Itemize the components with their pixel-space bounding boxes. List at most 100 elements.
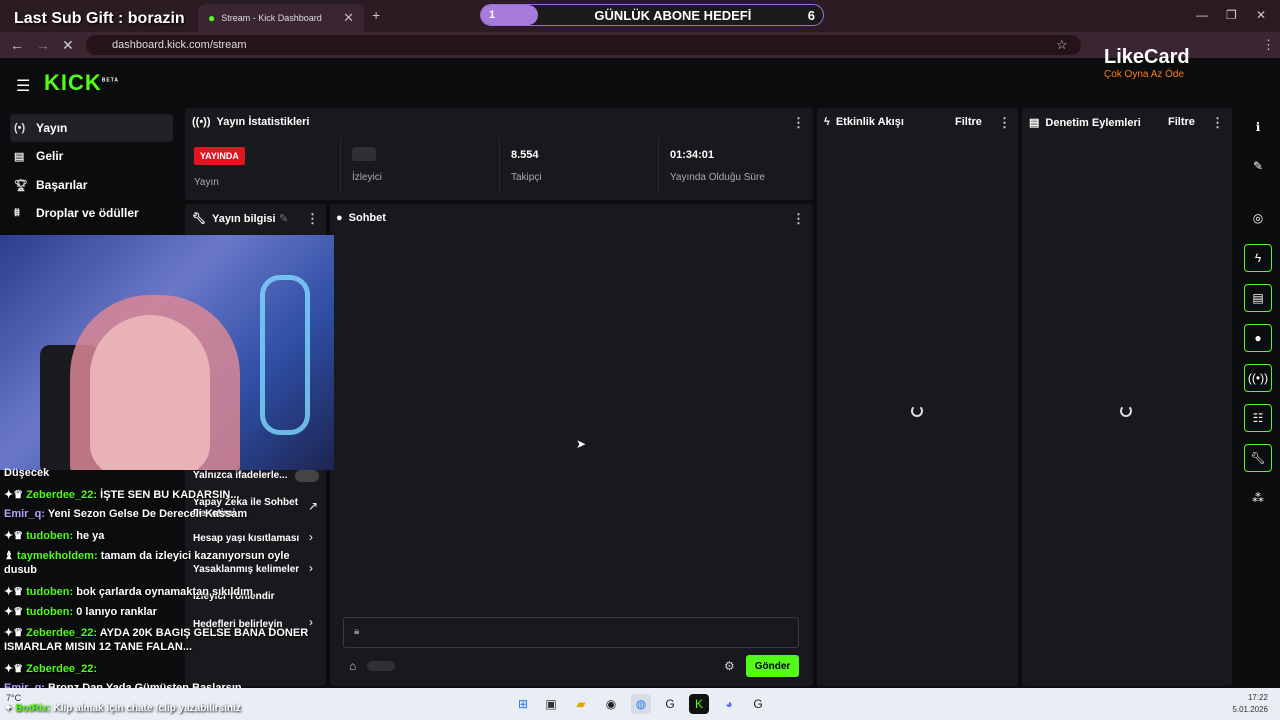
chat-overlay-line: ✦♛ Zeberdee_22: İŞTE SEN BU KADARSIN... <box>4 489 240 501</box>
stat-followers-value: 8.554 <box>511 149 539 161</box>
info-icon[interactable]: ℹ <box>1244 113 1272 141</box>
kick-logo[interactable]: KICKBETA <box>44 70 119 96</box>
likecard-name: LikeCard <box>1104 46 1190 68</box>
sidebar-item-droplar[interactable]: ⩩ Droplar ve ödüller <box>10 199 173 227</box>
clock-time: 17:22 <box>1247 693 1268 702</box>
moderation-title: ▤ Denetim Eylemleri <box>1029 116 1141 130</box>
chat-icon[interactable]: ● <box>1244 324 1272 352</box>
back-icon[interactable]: ← <box>10 37 24 53</box>
weather-widget[interactable]: 7°C <box>6 693 21 703</box>
close-window-icon[interactable]: ✕ <box>1256 8 1266 22</box>
new-tab-icon[interactable]: + <box>372 7 380 23</box>
clock-date: 5.01.2026 <box>1232 705 1268 714</box>
task-view-icon[interactable]: ▣ <box>541 694 561 714</box>
windows-start-icon[interactable]: ⊞ <box>513 694 533 714</box>
activity-filter-button[interactable]: Filtre <box>955 116 982 128</box>
chat-user: Zeberdee_22: <box>26 663 98 675</box>
chat-text: tamam da izleyici kazanıyorsun oyle <box>100 550 290 562</box>
stream-info-more-icon[interactable]: ⋮ <box>306 211 319 227</box>
sidebar-item-label: Gelir <box>36 149 64 163</box>
kick-favicon-icon: ● <box>208 11 216 25</box>
webcam-overlay <box>0 235 334 470</box>
sidebar-item-basarilar[interactable]: 🏆︎ Başarılar <box>10 171 173 199</box>
activity-more-icon[interactable]: ⋮ <box>998 115 1011 131</box>
send-button[interactable]: Gönder <box>746 655 799 677</box>
sidebar-item-yayin[interactable]: (•) Yayın <box>10 114 173 142</box>
stat-yayin-label: Yayın <box>194 177 219 188</box>
moderation-filter-button[interactable]: Filtre <box>1168 116 1195 128</box>
document-icon: ▤ <box>1029 117 1040 129</box>
file-explorer-icon[interactable]: ▰ <box>571 694 591 714</box>
chat-overlay-line: dusub <box>4 564 37 576</box>
app-g2-icon[interactable]: G <box>748 694 768 714</box>
reload-icon[interactable]: ✕ <box>62 37 74 54</box>
weather-temp: 7°C <box>6 693 22 703</box>
sub-goal-bar: 1 GÜNLÜK ABONE HEDEFİ 6 <box>480 4 824 26</box>
kick-app-icon[interactable]: K <box>689 694 709 714</box>
chat-settings-gear-icon[interactable]: ⚙ <box>724 659 735 673</box>
edit-pencil-icon[interactable]: ✎ <box>279 212 288 225</box>
broadcast-icon: (•) <box>14 122 26 134</box>
stats-more-icon[interactable]: ⋮ <box>792 115 805 131</box>
edit-icon[interactable]: ✎ <box>1244 152 1272 180</box>
obs-icon[interactable]: ◉ <box>601 694 621 714</box>
moderation-more-icon[interactable]: ⋮ <box>1211 115 1224 131</box>
chat-title: ● Sohbet <box>336 212 386 224</box>
chat-input[interactable]: 🔒︎ <box>343 617 799 648</box>
hamburger-menu-icon[interactable]: ☰ <box>16 76 30 96</box>
chrome-icon[interactable]: ◍ <box>631 694 651 714</box>
chat-overlay-line: Düşecek <box>4 467 49 479</box>
forward-icon[interactable]: → <box>36 37 50 53</box>
loading-spinner-icon <box>911 405 923 417</box>
tab-kick-dashboard[interactable]: ● Stream - Kick Dashboard ✕ <box>198 4 364 32</box>
url-field[interactable]: dashboard.kick.com/stream <box>86 35 1081 55</box>
chat-overlay-line: ISMARLAR MISIN 12 TANE FALAN... <box>4 641 192 653</box>
restore-icon[interactable]: ❐ <box>1226 8 1237 22</box>
chat-bubble-icon: ● <box>336 212 343 224</box>
chat-text: İŞTE SEN BU KADARSIN... <box>100 489 240 501</box>
stream-info-title: 🔧︎ Yayın bilgisi <box>192 212 276 226</box>
mouse-cursor-icon: ➤ <box>576 437 587 451</box>
minimize-icon[interactable]: — <box>1196 8 1208 22</box>
emotes-only-toggle[interactable] <box>295 470 319 482</box>
chat-text: bok çarlarda oynamaktan sıkıldım <box>76 586 253 598</box>
filter-label: Filtre <box>955 116 982 128</box>
settings-account-age[interactable]: Hesap yaşı kısıtlaması <box>193 533 299 544</box>
likecard-tagline: Çok Oyna Az Öde <box>1104 69 1185 80</box>
moderation-panel <box>1022 108 1232 686</box>
settings-emotes-only[interactable]: Yalnızca ifadelerle... <box>193 470 288 481</box>
chevron-right-icon[interactable]: › <box>309 615 313 629</box>
app-g-icon[interactable]: G <box>660 694 680 714</box>
document-icon[interactable]: ▤ <box>1244 284 1272 312</box>
capture-icon[interactable]: ◎ <box>1244 204 1272 232</box>
close-tab-icon[interactable]: ✕ <box>343 10 354 26</box>
wrench-icon: 🔧︎ <box>192 213 206 225</box>
chat-title-text: Sohbet <box>348 212 386 224</box>
bookmark-star-icon[interactable]: ☆ <box>1056 37 1068 53</box>
chevron-right-icon[interactable]: › <box>309 530 313 544</box>
chat-panel <box>330 204 813 686</box>
system-clock[interactable]: 17:22 5.01.2026 <box>1232 692 1268 716</box>
layout-icon[interactable]: ☷ <box>1244 404 1272 432</box>
chevron-right-icon[interactable]: › <box>309 561 313 575</box>
chat-user: tudoben: <box>26 586 74 598</box>
chat-text: AYDA 20K BAGIŞ GELSE BANA DONER <box>99 627 309 639</box>
store-icon[interactable]: ⌂ <box>349 659 356 673</box>
wrench-icon[interactable]: 🔧︎ <box>1244 444 1272 472</box>
settings-banned-words[interactable]: Yasaklanmış kelimeler <box>193 564 299 575</box>
sidebar-item-gelir[interactable]: ▤ Gelir <box>10 142 173 170</box>
broadcast-icon[interactable]: ((•)) <box>1244 364 1272 392</box>
viewer-count-placeholder <box>352 147 376 161</box>
chat-overlay-line: ✦♛ Zeberdee_22: <box>4 663 98 675</box>
external-link-icon[interactable]: ↗ <box>308 499 318 513</box>
activity-feed-panel <box>817 108 1018 686</box>
discord-icon[interactable]: ◕ <box>719 694 739 714</box>
bot-user: BotRix: <box>15 703 51 714</box>
add-widget-icon[interactable]: ⁂ <box>1244 484 1272 512</box>
streamer-face <box>90 315 210 470</box>
browser-menu-icon[interactable]: ⋮ <box>1262 37 1275 53</box>
chat-text: 0 lanıyo ranklar <box>76 606 157 618</box>
quick-action-bolt-icon[interactable]: ϟ <box>1244 244 1272 272</box>
chat-more-icon[interactable]: ⋮ <box>792 211 805 227</box>
sub-goal-current: 1 <box>489 9 496 21</box>
